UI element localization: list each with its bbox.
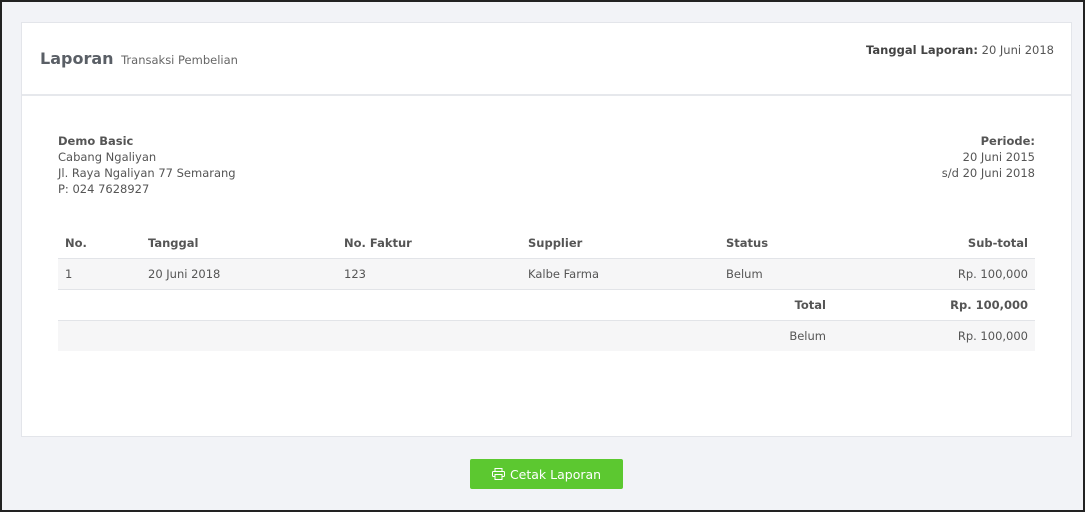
total-row-spacer (58, 289, 719, 321)
cell-status: Belum (719, 258, 833, 290)
company-address: Jl. Raya Ngaliyan 77 Semarang (58, 166, 236, 180)
company-phone: P: 024 7628927 (58, 182, 150, 196)
window-frame: Laporan Transaksi Pembelian Tanggal Lapo… (0, 0, 1085, 512)
period-end: s/d 20 Juni 2018 (941, 166, 1035, 180)
column-header-supplier: Supplier (521, 228, 719, 259)
total-row: Total Rp. 100,000 (58, 289, 1035, 321)
company-name: Demo Basic (58, 134, 134, 148)
total-label: Total (719, 289, 833, 321)
summary-status: Belum (719, 320, 833, 351)
print-report-button[interactable]: Cetak Laporan (470, 459, 623, 489)
page-title-main: Laporan (40, 49, 114, 68)
cell-no: 1 (58, 258, 141, 290)
print-report-label: Cetak Laporan (509, 466, 602, 482)
report-header: Laporan Transaksi Pembelian Tanggal Lapo… (22, 23, 1071, 96)
column-header-status: Status (719, 228, 833, 259)
report-date-value: 20 Juni 2018 (981, 43, 1054, 57)
report-panel: Laporan Transaksi Pembelian Tanggal Lapo… (21, 22, 1072, 437)
table-row: 1 20 Juni 2018 123 Kalbe Farma Belum Rp.… (58, 258, 1035, 290)
period-label: Periode: (980, 134, 1035, 148)
period-start: 20 Juni 2015 (962, 150, 1035, 164)
column-header-no: No. (58, 228, 141, 259)
summary-row: Belum Rp. 100,000 (58, 320, 1035, 351)
summary-row-spacer (58, 320, 719, 351)
company-info: Demo Basic Cabang Ngaliyan Jl. Raya Ngal… (58, 133, 236, 197)
report-table: No. Tanggal No. Faktur Supplier Status S… (58, 228, 1035, 351)
cell-supplier: Kalbe Farma (521, 258, 719, 290)
column-header-tanggal: Tanggal (141, 228, 337, 259)
period-info: Periode: 20 Juni 2015 s/d 20 Juni 2018 (942, 133, 1035, 181)
total-value: Rp. 100,000 (833, 289, 1035, 321)
page-title: Laporan Transaksi Pembelian (40, 49, 238, 68)
cell-subtotal: Rp. 100,000 (833, 258, 1035, 290)
report-date: Tanggal Laporan: 20 Juni 2018 (866, 43, 1054, 57)
company-branch: Cabang Ngaliyan (58, 150, 157, 164)
cell-tanggal: 20 Juni 2018 (141, 258, 337, 290)
page-subtitle: Transaksi Pembelian (121, 53, 238, 67)
cell-faktur: 123 (337, 258, 521, 290)
column-header-faktur: No. Faktur (337, 228, 521, 259)
table-header-row: No. Tanggal No. Faktur Supplier Status S… (58, 228, 1035, 259)
summary-value: Rp. 100,000 (833, 320, 1035, 351)
column-header-subtotal: Sub-total (833, 228, 1035, 259)
report-date-label: Tanggal Laporan: (866, 43, 978, 57)
printer-icon (491, 468, 505, 480)
